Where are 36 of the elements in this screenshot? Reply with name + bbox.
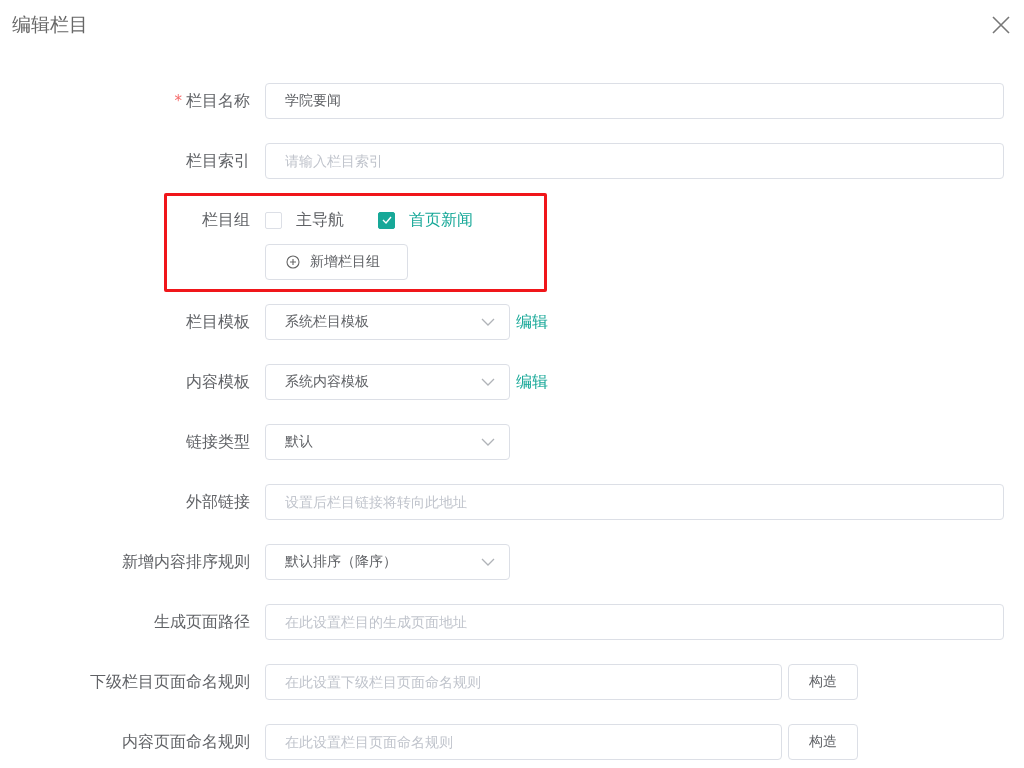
required-mark: * <box>174 92 182 110</box>
caret-icon <box>481 558 495 566</box>
input-field[interactable]: 设置后栏目链接将转向此地址 <box>265 484 1004 520</box>
check-icon <box>381 216 392 224</box>
add-group-button[interactable]: 新增栏目组 <box>265 244 408 280</box>
caret-icon <box>481 438 495 446</box>
field-label: 新增内容排序规则 <box>122 551 250 573</box>
input-field[interactable]: 在此设置下级栏目页面命名规则 <box>265 664 782 700</box>
field-label: 栏目索引 <box>186 150 250 172</box>
select-dropdown[interactable]: 系统栏目模板 <box>265 304 510 340</box>
checkbox-label: 首页新闻 <box>409 209 473 231</box>
select-dropdown[interactable]: 默认排序（降序） <box>265 544 510 580</box>
input-field[interactable]: 在此设置栏目页面命名规则 <box>265 724 782 760</box>
dialog-title: 编辑栏目 <box>12 12 88 37</box>
construct-button[interactable]: 构造 <box>788 724 858 760</box>
checkbox-label: 主导航 <box>296 209 344 231</box>
field-label: 栏目模板 <box>186 311 250 333</box>
field-label: 链接类型 <box>186 431 250 453</box>
field-label: 栏目组 <box>202 209 250 231</box>
field-label: 内容页面命名规则 <box>122 731 250 753</box>
field-label: 生成页面路径 <box>154 611 250 633</box>
close-icon[interactable] <box>992 16 1010 34</box>
field-label: 内容模板 <box>186 371 250 393</box>
input-field[interactable]: 请输入栏目索引 <box>265 143 1004 179</box>
field-label: 下级栏目页面命名规则 <box>90 671 250 693</box>
field-label: 栏目名称 <box>186 90 250 112</box>
construct-button[interactable]: 构造 <box>788 664 858 700</box>
checkbox[interactable] <box>378 211 395 229</box>
caret-icon <box>481 378 495 386</box>
plus-circle-icon <box>286 255 300 269</box>
field-label: 外部链接 <box>186 491 250 513</box>
input-field[interactable]: 在此设置栏目的生成页面地址 <box>265 604 1004 640</box>
select-dropdown[interactable]: 系统内容模板 <box>265 364 510 400</box>
input-field[interactable]: 学院要闻 <box>265 83 1004 119</box>
select-dropdown[interactable]: 默认 <box>265 424 510 460</box>
caret-icon <box>481 318 495 326</box>
